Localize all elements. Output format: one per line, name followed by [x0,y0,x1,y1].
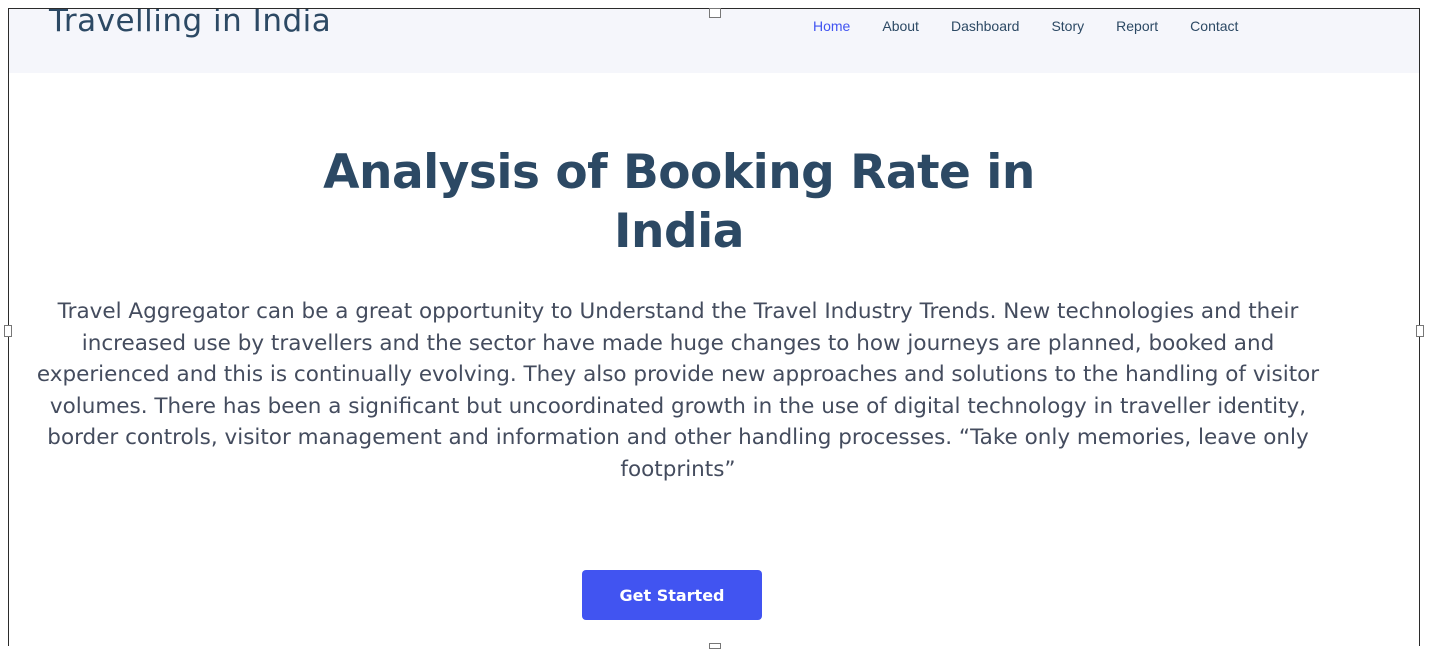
nav-item-dashboard[interactable]: Dashboard [951,18,1020,34]
page-frame: Travelling in India Home About Dashboard… [8,8,1420,646]
hero-title-line-2: India [614,204,744,259]
hero-title-line-1: Analysis of Booking Rate in [323,145,1035,200]
main-nav: Home About Dashboard Story Report Contac… [813,18,1238,34]
hero-title: Analysis of Booking Rate in India [249,143,1109,261]
nav-item-about[interactable]: About [882,18,919,34]
nav-item-contact[interactable]: Contact [1190,18,1238,34]
resize-handle-top[interactable] [709,8,721,18]
site-logo[interactable]: Travelling in India [49,9,331,39]
hero-description: Travel Aggregator can be a great opportu… [36,299,1320,482]
resize-handle-bottom[interactable] [709,643,721,649]
resize-handle-left[interactable] [4,325,12,337]
nav-item-story[interactable]: Story [1051,18,1084,34]
get-started-button[interactable]: Get Started [582,570,762,620]
navbar: Travelling in India Home About Dashboard… [9,9,1419,73]
nav-item-home[interactable]: Home [813,18,850,34]
resize-handle-right[interactable] [1416,325,1424,337]
nav-item-report[interactable]: Report [1116,18,1158,34]
